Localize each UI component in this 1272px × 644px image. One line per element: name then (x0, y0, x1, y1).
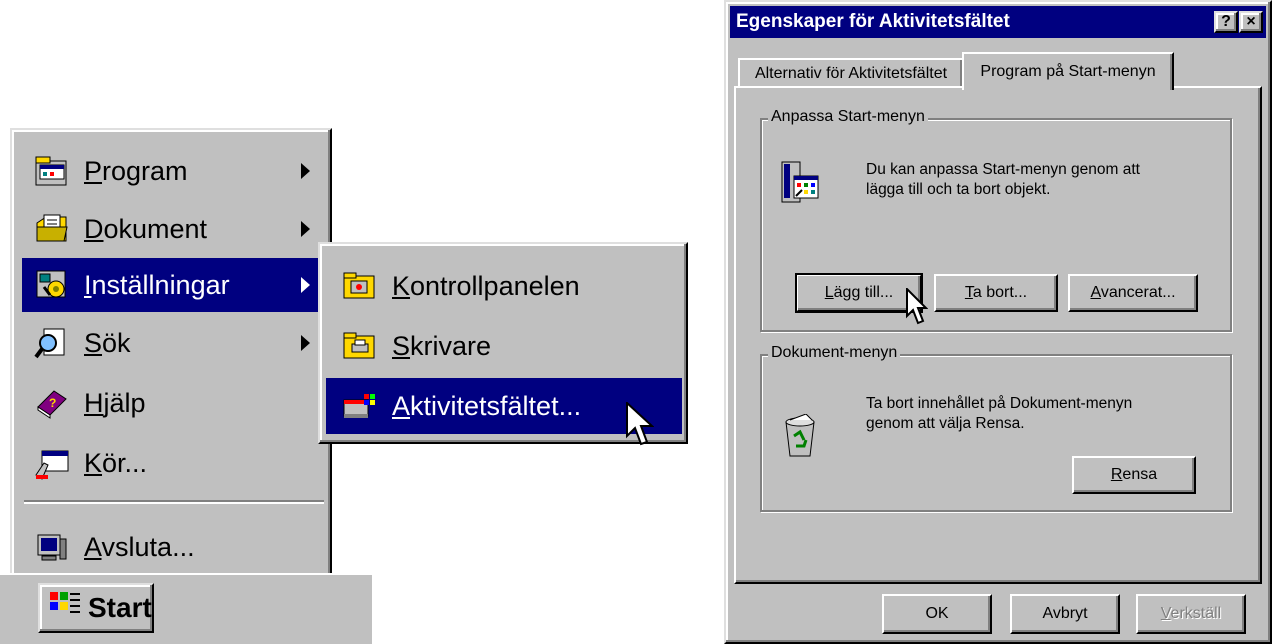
taskbar: Start (0, 573, 372, 644)
control-panel-folder-icon (342, 270, 378, 302)
start-item-label: Avsluta... (84, 531, 195, 562)
dialog-titlebar[interactable]: Egenskaper för Aktivitetsfältet ? × (730, 6, 1266, 38)
submenu-arrow-icon (301, 163, 310, 179)
add-button-label: Lägg till... (824, 284, 894, 301)
submenu-item-label: Aktivitetsfältet... (392, 390, 582, 421)
start-button[interactable]: Start (38, 583, 154, 633)
start-item-label: Hjälp (84, 387, 146, 418)
windows-logo-icon (48, 590, 82, 627)
ok-button[interactable]: OK (882, 594, 992, 634)
settings-icon (34, 267, 70, 303)
submenu-arrow-icon (301, 335, 310, 351)
start-item-sok[interactable]: Sök (22, 316, 326, 370)
svg-text:?: ? (49, 396, 56, 410)
start-menu-config-icon (780, 160, 820, 209)
clear-button[interactable]: Rensa (1072, 456, 1196, 494)
group-description-line1: Du kan anpassa Start-menyn genom att (866, 161, 1140, 178)
start-item-hjalp[interactable]: ? Hjälp (22, 376, 326, 430)
start-menu: Program Dokument Inställningar Sök ? Hjä… (10, 128, 332, 580)
start-item-program[interactable]: Program (22, 144, 326, 198)
start-item-label: Dokument (84, 213, 208, 244)
menu-separator (24, 500, 324, 504)
ok-label: OK (925, 605, 949, 622)
taskbar-properties-dialog: Egenskaper för Aktivitetsfältet ? × Alte… (724, 0, 1272, 644)
mouse-cursor-icon (906, 288, 928, 325)
group-title: Dokument-menyn (768, 344, 901, 362)
remove-button[interactable]: Ta bort... (934, 274, 1058, 312)
run-icon (34, 445, 70, 481)
close-button[interactable]: × (1239, 11, 1263, 33)
dialog-title: Egenskaper för Aktivitetsfältet (736, 11, 1010, 32)
start-item-kor[interactable]: Kör... (22, 436, 326, 490)
submenu-item-kontrollpanelen[interactable]: Kontrollpanelen (326, 258, 682, 314)
group-description-line2: lägga till och ta bort objekt. (866, 181, 1051, 198)
cancel-label: Avbryt (1042, 605, 1088, 622)
group-title: Anpassa Start-menyn (768, 108, 928, 126)
taskbar-icon (342, 390, 378, 422)
start-item-avsluta[interactable]: Avsluta... (22, 520, 326, 574)
help-icon: ? (1221, 13, 1231, 30)
advanced-button[interactable]: Avancerat... (1068, 274, 1198, 312)
find-icon (34, 325, 70, 361)
start-item-label: Program (84, 155, 188, 186)
group-description-line1: Ta bort innehållet på Dokument-menyn (866, 395, 1133, 412)
tab-alternativ[interactable]: Alternativ för Aktivitetsfältet (738, 58, 964, 88)
start-item-dokument[interactable]: Dokument (22, 202, 326, 256)
documents-folder-icon (34, 211, 70, 247)
cancel-button[interactable]: Avbryt (1010, 594, 1120, 634)
start-label: Start (88, 592, 152, 623)
recycle-bin-icon (782, 413, 818, 463)
start-item-installningar[interactable]: Inställningar (22, 258, 326, 312)
tab-label: Alternativ för Aktivitetsfältet (754, 65, 948, 82)
tab-label: Program på Start-menyn (980, 63, 1156, 80)
clear-button-label: Rensa (1110, 466, 1158, 483)
tab-program-pa-start-menyn[interactable]: Program på Start-menyn (962, 52, 1174, 90)
submenu-item-label: Skrivare (392, 330, 492, 361)
apply-button[interactable]: Verkställ (1136, 594, 1246, 634)
submenu-item-label: Kontrollpanelen (392, 270, 580, 301)
add-button[interactable]: Lägg till... (795, 273, 923, 313)
advanced-button-label: Avancerat... (1090, 284, 1176, 301)
submenu-item-skrivare[interactable]: Skrivare (326, 318, 682, 374)
start-item-label: Sök (84, 327, 131, 358)
programs-folder-icon (34, 153, 70, 189)
apply-label: Verkställ (1160, 605, 1222, 622)
start-item-label: Inställningar (84, 269, 230, 300)
start-item-label: Kör... (84, 447, 148, 478)
shutdown-icon (34, 529, 70, 565)
help-button[interactable]: ? (1214, 11, 1238, 33)
close-icon: × (1246, 13, 1256, 30)
group-description-line2: genom att välja Rensa. (866, 415, 1025, 432)
remove-button-label: Ta bort... (964, 284, 1028, 301)
help-book-icon: ? (34, 385, 70, 421)
printers-folder-icon (342, 330, 378, 362)
submenu-arrow-icon (301, 277, 310, 293)
submenu-arrow-icon (301, 221, 310, 237)
mouse-cursor-icon (626, 402, 654, 446)
